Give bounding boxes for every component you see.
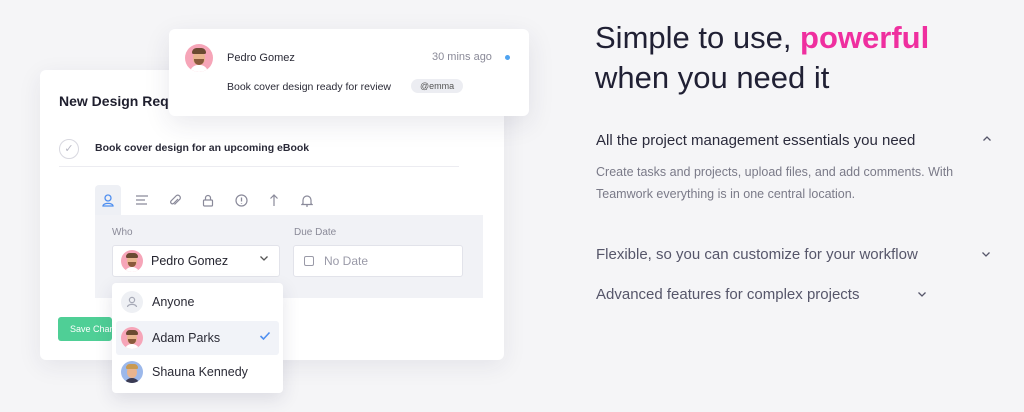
- assignee-value: Pedro Gomez: [151, 254, 229, 268]
- option-label: Adam Parks: [152, 331, 221, 345]
- assignee-dropdown: Anyone Adam Parks Shauna Kennedy: [112, 283, 283, 393]
- check-icon[interactable]: ✓: [59, 139, 79, 159]
- checkmark-icon: [259, 330, 271, 344]
- headline-highlight: powerful: [800, 20, 930, 55]
- notification-card[interactable]: Pedro Gomez 30 mins ago Book cover desig…: [169, 29, 529, 116]
- user-icon[interactable]: [95, 185, 121, 215]
- due-date-label: Due Date: [294, 227, 337, 238]
- option-label: Shauna Kennedy: [152, 365, 248, 379]
- avatar: [121, 361, 143, 383]
- arrow-up-icon[interactable]: [261, 185, 287, 215]
- due-date-field[interactable]: No Date: [293, 245, 463, 277]
- due-date-placeholder: No Date: [324, 254, 369, 268]
- lock-icon[interactable]: [195, 185, 221, 215]
- unread-dot: [505, 55, 510, 60]
- option-adam-parks[interactable]: Adam Parks: [116, 321, 279, 355]
- task-row[interactable]: ✓ Book cover design for an upcoming eBoo…: [59, 136, 459, 167]
- save-changes-button[interactable]: Save Changes: [58, 317, 112, 341]
- accordion-item-advanced[interactable]: Advanced features for complex projects: [596, 286, 859, 303]
- list-icon[interactable]: [129, 185, 155, 215]
- accordion-item-flexible[interactable]: Flexible, so you can customize for your …: [596, 246, 918, 263]
- who-label: Who: [112, 227, 133, 238]
- chevron-down-icon[interactable]: [917, 289, 927, 302]
- task-name: Book cover design for an upcoming eBook: [95, 142, 310, 154]
- notification-time: 30 mins ago: [432, 51, 492, 63]
- headline-part1: Simple to use,: [595, 20, 801, 55]
- option-shauna-kennedy[interactable]: Shauna Kennedy: [112, 355, 283, 389]
- info-icon[interactable]: [228, 185, 254, 215]
- option-anyone[interactable]: Anyone: [112, 285, 283, 319]
- mention-tag[interactable]: @emma: [411, 79, 464, 93]
- option-label: Anyone: [152, 295, 195, 309]
- chevron-down-icon: [259, 253, 269, 266]
- headline-part2: when you need it: [595, 60, 830, 95]
- paperclip-icon[interactable]: [162, 185, 188, 215]
- accordion-item-essentials[interactable]: All the project management essentials yo…: [596, 132, 915, 149]
- calendar-icon: [304, 256, 314, 266]
- assignee-select[interactable]: Pedro Gomez: [112, 245, 280, 277]
- notification-message: Book cover design ready for review: [227, 81, 391, 93]
- chevron-down-icon[interactable]: [981, 249, 991, 262]
- chevron-up-icon[interactable]: [982, 134, 992, 147]
- avatar: [185, 44, 213, 72]
- avatar: [121, 327, 143, 349]
- bell-icon[interactable]: [294, 185, 320, 215]
- headline: Simple to use, powerful when you need it: [595, 18, 929, 98]
- avatar: [121, 250, 143, 272]
- accordion-body: Create tasks and projects, upload files,…: [596, 165, 954, 201]
- person-icon: [121, 291, 143, 313]
- notification-author: Pedro Gomez: [227, 52, 295, 64]
- task-tabs: [95, 185, 483, 215]
